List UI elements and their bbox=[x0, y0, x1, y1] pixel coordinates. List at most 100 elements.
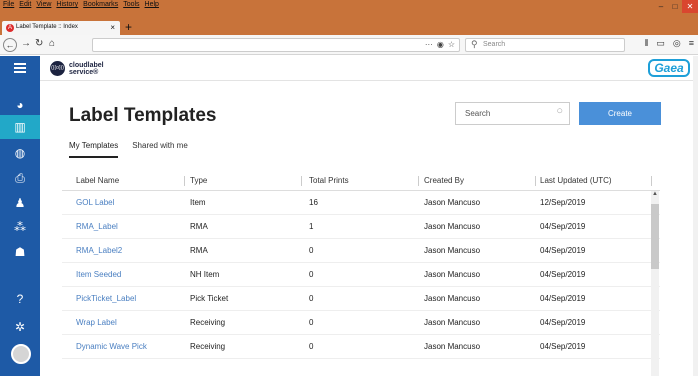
updated-cell: 04/Sep/2019 bbox=[540, 246, 586, 255]
column-divider bbox=[418, 176, 419, 186]
globe-icon[interactable]: ◍ bbox=[0, 141, 40, 165]
table-row[interactable]: PickTicket_Label Pick Ticket 0 Jason Man… bbox=[62, 287, 660, 311]
column-header[interactable]: Last Updated (UTC) bbox=[540, 176, 612, 185]
search-input[interactable]: Search ○ bbox=[455, 102, 570, 125]
search-icon[interactable]: ○ bbox=[556, 105, 563, 117]
table-row[interactable]: GOL Label Item 16 Jason Mancuso 12/Sep/2… bbox=[62, 191, 660, 215]
prints-cell: 0 bbox=[309, 342, 314, 351]
label-name-link[interactable]: RMA_Label2 bbox=[76, 246, 122, 255]
menu-bookmarks[interactable]: Bookmarks bbox=[83, 1, 118, 8]
menu-history[interactable]: History bbox=[56, 1, 78, 8]
table-row[interactable]: Dynamic Wave Pick Receiving 0 Jason Manc… bbox=[62, 335, 660, 359]
back-icon[interactable]: ← bbox=[3, 38, 17, 52]
users-icon[interactable]: ☗ bbox=[0, 240, 40, 264]
url-bar[interactable]: ··· ◉ ☆ bbox=[92, 38, 460, 52]
minimize-icon[interactable]: – bbox=[654, 0, 668, 13]
table-header: Label Name Type Total Prints Created By … bbox=[62, 173, 660, 191]
pocket-icon[interactable]: ◉ bbox=[437, 40, 444, 49]
table-row[interactable]: RMA_Label2 RMA 0 Jason Mancuso 04/Sep/20… bbox=[62, 239, 660, 263]
template-tabs: My Templates Shared with me bbox=[69, 141, 188, 158]
sidebar-toggle-icon[interactable]: ▭ bbox=[656, 38, 665, 49]
home-icon[interactable]: ⌂ bbox=[49, 38, 55, 49]
table-scrollbar-thumb[interactable] bbox=[651, 204, 659, 269]
angular-favicon-icon: A bbox=[6, 24, 14, 32]
type-cell: RMA bbox=[190, 222, 208, 231]
navigation-bar: ← → ↻ ⌂ ··· ◉ ☆ ⚲ Search ⫴ ▭ ◎ ≡ bbox=[0, 35, 698, 55]
barcode-icon[interactable]: ▥ bbox=[0, 115, 46, 139]
page-scrollbar[interactable] bbox=[693, 56, 698, 376]
browser-search-bar[interactable]: ⚲ Search bbox=[465, 38, 625, 52]
updated-cell: 04/Sep/2019 bbox=[540, 318, 586, 327]
label-name-link[interactable]: RMA_Label bbox=[76, 222, 118, 231]
maximize-icon[interactable]: □ bbox=[668, 0, 682, 13]
scroll-up-icon[interactable]: ▲ bbox=[652, 191, 658, 197]
table-row[interactable]: Wrap Label Receiving 0 Jason Mancuso 04/… bbox=[62, 311, 660, 335]
brand-line-1: cloudlabel bbox=[69, 61, 104, 69]
menu-tools[interactable]: Tools bbox=[123, 1, 139, 8]
library-icon[interactable]: ⫴ bbox=[645, 38, 649, 49]
window-controls: – □ ✕ bbox=[654, 0, 698, 13]
browser-tab[interactable]: A Label Template :: Index × bbox=[2, 21, 120, 35]
created-by-cell: Jason Mancuso bbox=[424, 270, 481, 279]
main-content: Label Templates Search ○ Create My Templ… bbox=[40, 81, 698, 376]
hamburger-icon[interactable] bbox=[14, 63, 26, 73]
avatar[interactable] bbox=[11, 344, 31, 364]
prints-cell: 16 bbox=[309, 198, 318, 207]
printer-icon[interactable]: ⎙ bbox=[0, 166, 40, 190]
menu-help[interactable]: Help bbox=[145, 1, 159, 8]
label-name-link[interactable]: Item Seeded bbox=[76, 270, 121, 279]
label-name-link[interactable]: Wrap Label bbox=[76, 318, 117, 327]
updated-cell: 12/Sep/2019 bbox=[540, 198, 586, 207]
table-row[interactable]: Item Seeded NH Item 0 Jason Mancuso 04/S… bbox=[62, 263, 660, 287]
tab-my-templates[interactable]: My Templates bbox=[69, 141, 119, 158]
new-tab-button[interactable]: + bbox=[125, 20, 132, 34]
column-divider bbox=[184, 176, 185, 186]
type-cell: Item bbox=[190, 198, 206, 207]
create-button[interactable]: Create bbox=[579, 102, 661, 125]
close-window-icon[interactable]: ✕ bbox=[682, 0, 698, 13]
dashboard-icon[interactable]: ◕ bbox=[0, 93, 40, 117]
column-header[interactable]: Label Name bbox=[76, 176, 119, 185]
bookmark-star-icon[interactable]: ☆ bbox=[448, 40, 455, 49]
reload-icon[interactable]: ↻ bbox=[35, 38, 43, 49]
column-header[interactable]: Total Prints bbox=[309, 176, 349, 185]
sidebar-toggle[interactable] bbox=[0, 56, 40, 81]
account-icon[interactable]: ◎ bbox=[673, 38, 681, 49]
hamburger-menu-icon[interactable]: ≡ bbox=[689, 38, 694, 49]
label-name-link[interactable]: PickTicket_Label bbox=[76, 294, 136, 303]
help-icon[interactable]: ? bbox=[0, 287, 40, 311]
search-placeholder: Search bbox=[465, 109, 491, 118]
prints-cell: 1 bbox=[309, 222, 314, 231]
tab-shared-with-me[interactable]: Shared with me bbox=[132, 141, 188, 158]
column-header[interactable]: Type bbox=[190, 176, 207, 185]
column-divider bbox=[535, 176, 536, 186]
sidebar: ◕ ▥ ◍ ⎙ ♟ ⁂ ☗ ? ✲ bbox=[0, 81, 46, 376]
menu-bar: File Edit View History Bookmarks Tools H… bbox=[3, 1, 159, 8]
forward-icon[interactable]: → bbox=[21, 38, 31, 49]
type-cell: RMA bbox=[190, 246, 208, 255]
created-by-cell: Jason Mancuso bbox=[424, 246, 481, 255]
user-icon[interactable]: ♟ bbox=[0, 191, 40, 215]
label-name-link[interactable]: Dynamic Wave Pick bbox=[76, 342, 147, 351]
page-title: Label Templates bbox=[69, 105, 217, 126]
app-header: (((o))) cloudlabel service® Gaea bbox=[0, 56, 698, 81]
sitemap-icon[interactable]: ⁂ bbox=[0, 215, 40, 239]
table-row[interactable]: RMA_Label RMA 1 Jason Mancuso 04/Sep/201… bbox=[62, 215, 660, 239]
menu-file[interactable]: File bbox=[3, 1, 14, 8]
tab-close-icon[interactable]: × bbox=[110, 23, 115, 32]
label-name-link[interactable]: GOL Label bbox=[76, 198, 114, 207]
menu-edit[interactable]: Edit bbox=[19, 1, 31, 8]
tab-title: Label Template :: Index bbox=[16, 24, 78, 30]
cloudlabel-badge-icon: (((o))) bbox=[50, 61, 65, 76]
tab-strip: A Label Template :: Index × + bbox=[0, 19, 698, 35]
brand-line-2: service® bbox=[69, 68, 99, 76]
settings-icon[interactable]: ✲ bbox=[0, 315, 40, 339]
created-by-cell: Jason Mancuso bbox=[424, 342, 481, 351]
type-cell: Receiving bbox=[190, 318, 226, 327]
prints-cell: 0 bbox=[309, 270, 314, 279]
column-header[interactable]: Created By bbox=[424, 176, 464, 185]
menu-view[interactable]: View bbox=[36, 1, 51, 8]
updated-cell: 04/Sep/2019 bbox=[540, 342, 586, 351]
updated-cell: 04/Sep/2019 bbox=[540, 222, 586, 231]
more-actions-icon[interactable]: ··· bbox=[425, 40, 433, 49]
